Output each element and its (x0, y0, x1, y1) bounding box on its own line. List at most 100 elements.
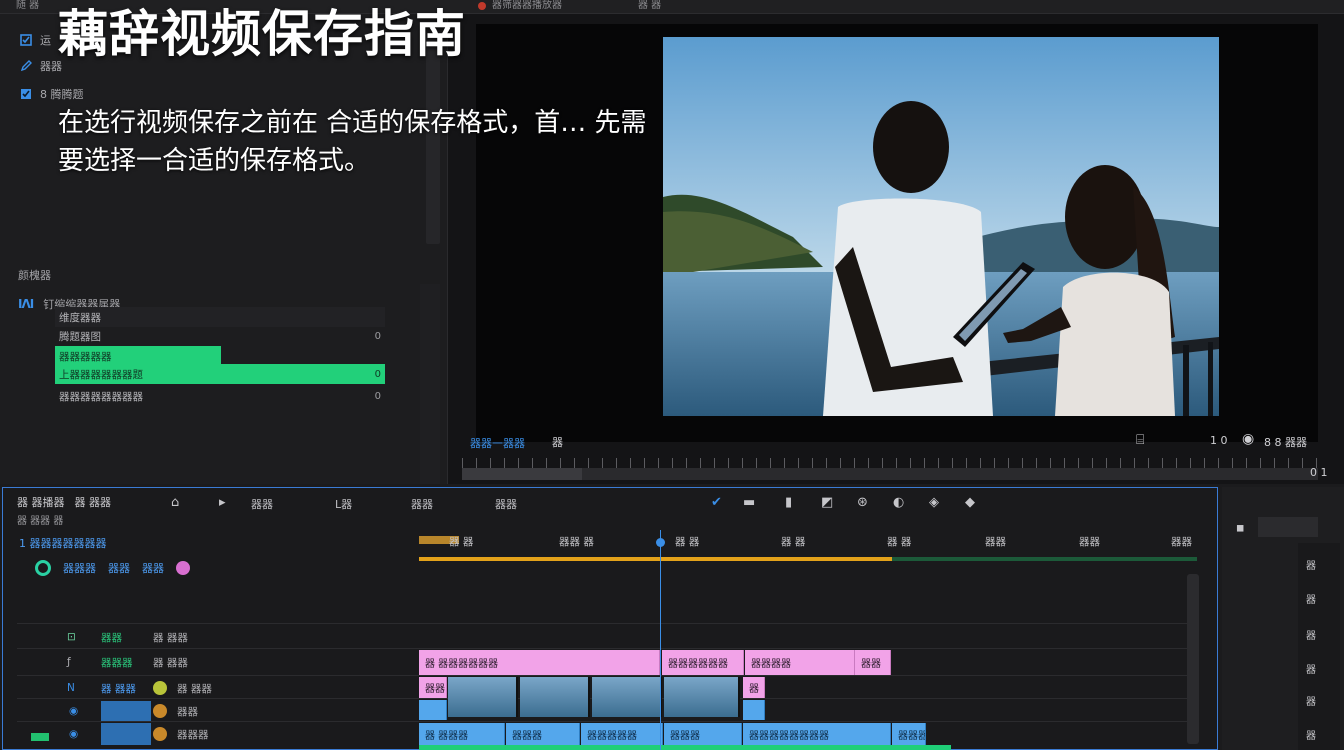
settings-icon[interactable]: 器 (552, 434, 563, 450)
toggle-icon[interactable]: ◉ (69, 705, 78, 717)
zoom-tool-icon[interactable]: ◆ (965, 495, 975, 510)
track-header[interactable]: N 器 器器 器 器器 (17, 677, 417, 699)
track-header[interactable]: ◉ 器器器 (17, 723, 417, 745)
marker-icon[interactable]: ▸ (219, 495, 226, 510)
track-header[interactable]: ⊡ 器器 器 器器 (17, 626, 417, 648)
timeline-clip[interactable] (743, 700, 765, 720)
top-mid-label[interactable]: 器筛器器播放器 (492, 0, 562, 12)
work-area-bar[interactable] (419, 557, 892, 561)
track-target[interactable] (101, 701, 151, 721)
video-thumbnail[interactable] (592, 677, 662, 717)
pen-tool-icon[interactable]: ⊛ (857, 495, 868, 510)
checkbox-icon[interactable] (20, 88, 32, 100)
property-row[interactable]: 器器器器器 (55, 346, 221, 366)
effect-row[interactable]: 8 腾腾题 (20, 86, 84, 102)
top-left-label[interactable]: 随 器 (16, 0, 39, 12)
overlay-title: 藕辞视频保存指南 (58, 5, 466, 63)
snap-icon[interactable]: ⌂ (171, 495, 179, 510)
solo-icon[interactable] (153, 727, 167, 741)
seq-tool-label[interactable]: 器器 (142, 560, 164, 576)
track-header[interactable]: ◉ 器器 (17, 700, 417, 722)
video-thumbnail[interactable] (664, 677, 740, 717)
timeline-scrollbar[interactable] (1187, 574, 1199, 744)
time-ruler[interactable]: 器 器 器器 器 器 器 器 器 器 器 器器 器器 器器 (419, 532, 1199, 548)
hand-tool-icon[interactable]: ◐ (893, 495, 904, 510)
track-name: 器 器器 (101, 682, 136, 695)
monitor-scroll-thumb[interactable] (462, 468, 582, 480)
effect-row[interactable]: 器器 (20, 58, 62, 74)
checkbox-icon[interactable] (20, 34, 32, 46)
camera-icon[interactable]: ◉ (1242, 431, 1254, 447)
tool-icon[interactable]: 器 (1306, 727, 1316, 742)
seq-tool-label[interactable]: 器器器 (63, 560, 96, 576)
ripple-tool-icon[interactable]: ▬ (743, 495, 755, 510)
property-row[interactable]: 器器器器器器器器 0 (55, 386, 385, 406)
timeline-clip[interactable]: 器器器器器 (581, 723, 663, 745)
razor-tool-icon[interactable]: ▮ (785, 495, 792, 510)
top-right-label[interactable]: 器 器 (638, 0, 661, 12)
resolution-label[interactable]: 1 0 (1210, 434, 1228, 447)
effect-row[interactable]: 运 (20, 32, 51, 48)
property-value[interactable]: 0 (375, 391, 381, 402)
property-row[interactable]: 上器器器器器器题 0 (55, 364, 385, 384)
pen-icon[interactable] (20, 60, 32, 72)
timeline-clip[interactable] (419, 700, 447, 720)
playhead-line[interactable] (660, 530, 661, 750)
tool-label[interactable]: 器器 (495, 496, 517, 512)
zoom-select[interactable]: 器器一器器 (470, 435, 525, 451)
tool-label[interactable]: L器 (335, 496, 352, 512)
eye-icon[interactable] (153, 681, 167, 695)
timeline-clip[interactable]: 器 器器器器器器 (419, 650, 660, 675)
timeline-clip[interactable]: 器器器器器器器器 (743, 723, 891, 745)
property-value[interactable]: 0 (375, 331, 381, 342)
monitor-ruler[interactable] (462, 458, 1318, 468)
type-tool-icon[interactable]: ◈ (929, 495, 939, 510)
video-track-icon[interactable]: N (67, 682, 75, 694)
tool-icon[interactable]: 器 (1306, 627, 1316, 642)
slip-tool-icon[interactable]: ◩ (821, 495, 833, 510)
timeline-clip[interactable]: 器 (743, 677, 765, 698)
panel-menu-icon[interactable]: ◼ (1236, 523, 1244, 534)
timeline-clip[interactable]: 器器 (419, 677, 447, 698)
timeline-clip[interactable]: 器器器 (506, 723, 580, 745)
video-thumbnail[interactable] (448, 677, 518, 717)
audio-clip-bar[interactable] (419, 745, 951, 750)
lock-icon[interactable]: ⊡ (67, 631, 76, 643)
timeline-clip[interactable]: 器器 (855, 650, 891, 675)
tool-label[interactable]: 器器 (251, 496, 273, 512)
timeline-clip[interactable]: 器器器器器器 (662, 650, 744, 675)
marker-color-icon[interactable] (176, 561, 190, 575)
timeline-clip[interactable]: 器 器器器 (419, 723, 505, 745)
track-target[interactable] (101, 723, 151, 745)
seq-tool-label[interactable]: 器器 (108, 560, 130, 576)
video-preview-frame[interactable] (663, 37, 1219, 416)
rendered-bar (892, 557, 1197, 561)
property-row[interactable]: 维度器器 (55, 307, 385, 327)
monitor-settings-icon[interactable]: ⌸ (1136, 432, 1144, 448)
track-header[interactable]: ƒ 器器器 器 器器 (17, 651, 417, 673)
timecode-label[interactable]: 8 8 器器 (1264, 434, 1307, 450)
playhead-handle[interactable] (656, 538, 665, 547)
property-row[interactable]: 腾题器图 0 (55, 326, 385, 346)
tool-label[interactable]: 器器 (411, 496, 433, 512)
property-value[interactable]: 0 (375, 369, 381, 380)
selection-tool-icon[interactable]: ✔ (711, 495, 722, 510)
sync-icon[interactable]: ƒ (67, 656, 71, 668)
tool-icon[interactable]: 器 (1306, 693, 1316, 708)
nest-icon[interactable] (35, 560, 51, 576)
video-thumbnail[interactable] (520, 677, 590, 717)
timeline-clip[interactable]: 器器器 (664, 723, 742, 745)
timeline-clip[interactable]: 器器器器 (892, 723, 926, 745)
sequence-name[interactable]: 1 器器器器器器器 (19, 535, 107, 551)
mute-icon[interactable]: ◉ (69, 728, 78, 740)
solo-icon[interactable] (153, 704, 167, 718)
timeline-title[interactable]: 器 器播器 (17, 494, 65, 510)
end-marker[interactable]: 0 1 (1310, 466, 1328, 479)
tool-icon[interactable]: 器 (1306, 661, 1316, 676)
timeline-clip[interactable]: 器器器器 (745, 650, 855, 675)
timeline-title-secondary[interactable]: 器 器器 (75, 494, 112, 510)
tool-icon[interactable]: 器 (1306, 557, 1316, 572)
panel-tab[interactable] (1258, 517, 1318, 537)
tool-icon[interactable]: 器 (1306, 591, 1316, 606)
monitor-scroll-bar[interactable] (462, 468, 1318, 480)
